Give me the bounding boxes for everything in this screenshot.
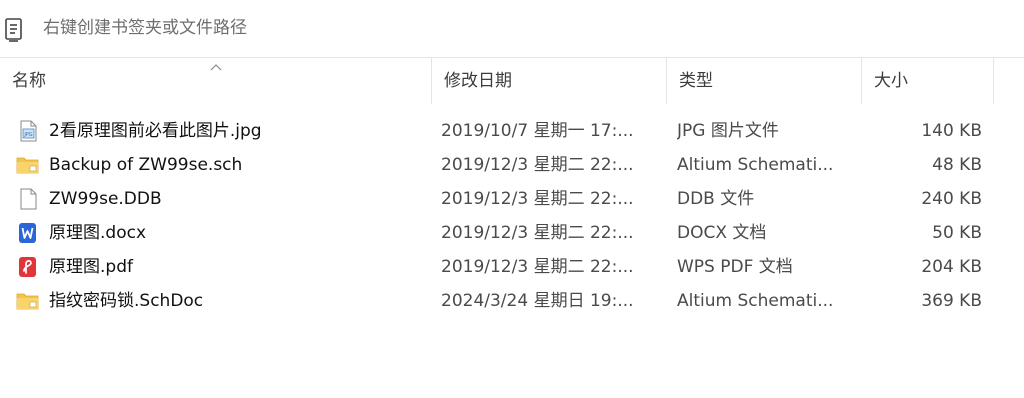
file-size: 204 KB bbox=[921, 257, 982, 277]
column-header-date-label: 修改日期 bbox=[444, 71, 512, 91]
file-type: Altium Schemati... bbox=[677, 155, 834, 175]
file-size: 48 KB bbox=[932, 155, 982, 175]
file-row[interactable]: Backup of ZW99se.sch 2019/12/3 星期二 22:..… bbox=[0, 148, 1000, 182]
file-name: Backup of ZW99se.sch bbox=[49, 155, 243, 175]
column-header-type[interactable]: 类型 bbox=[667, 58, 862, 104]
column-header-size-label: 大小 bbox=[874, 71, 908, 91]
file-size: 140 KB bbox=[921, 121, 982, 141]
file-row[interactable]: 指纹密码锁.SchDoc 2024/3/24 星期日 19:... Altium… bbox=[0, 284, 1000, 318]
file-name: 2看原理图前必看此图片.jpg bbox=[49, 121, 262, 141]
file-row[interactable]: ZW99se.DDB 2019/12/3 星期二 22:... DDB 文件 2… bbox=[0, 182, 1000, 216]
file-type: Altium Schemati... bbox=[677, 291, 834, 311]
column-header-size[interactable]: 大小 bbox=[862, 58, 994, 104]
column-header-type-label: 类型 bbox=[679, 71, 713, 91]
file-size: 240 KB bbox=[921, 189, 982, 209]
file-type: JPG 图片文件 bbox=[677, 121, 779, 141]
file-size: 50 KB bbox=[932, 223, 982, 243]
file-row[interactable]: 原理图.pdf 2019/12/3 星期二 22:... WPS PDF 文档 … bbox=[0, 250, 1000, 284]
jpg-image-icon: JPG bbox=[16, 120, 40, 142]
file-type: DDB 文件 bbox=[677, 189, 755, 209]
file-name: 原理图.docx bbox=[49, 223, 147, 243]
file-type: DOCX 文档 bbox=[677, 223, 767, 243]
file-date: 2024/3/24 星期日 19:... bbox=[441, 291, 634, 311]
svg-text:JPG: JPG bbox=[23, 132, 32, 138]
file-size: 369 KB bbox=[921, 291, 982, 311]
column-header-name[interactable]: 名称 bbox=[0, 58, 432, 104]
file-date: 2019/10/7 星期一 17:... bbox=[441, 121, 634, 141]
column-header-date[interactable]: 修改日期 bbox=[432, 58, 667, 104]
blank-file-icon bbox=[16, 188, 40, 210]
file-name: 原理图.pdf bbox=[49, 257, 133, 277]
schematic-file-icon bbox=[16, 154, 40, 176]
file-name: 指纹密码锁.SchDoc bbox=[49, 291, 204, 311]
bookmark-bar[interactable]: 右键创建书签夹或文件路径 bbox=[0, 0, 1024, 58]
file-name: ZW99se.DDB bbox=[49, 189, 162, 209]
schematic-file-icon bbox=[16, 290, 40, 312]
file-date: 2019/12/3 星期二 22:... bbox=[441, 257, 634, 277]
bookmark-list-icon[interactable] bbox=[4, 17, 24, 43]
file-row[interactable]: 原理图.docx 2019/12/3 星期二 22:... DOCX 文档 50… bbox=[0, 216, 1000, 250]
file-date: 2019/12/3 星期二 22:... bbox=[441, 155, 634, 175]
bookmark-bar-placeholder: 右键创建书签夹或文件路径 bbox=[43, 18, 247, 38]
file-date: 2019/12/3 星期二 22:... bbox=[441, 223, 634, 243]
word-doc-icon bbox=[16, 222, 40, 244]
pdf-file-icon bbox=[16, 256, 40, 278]
file-row[interactable]: JPG 2看原理图前必看此图片.jpg 2019/10/7 星期一 17:...… bbox=[0, 114, 1000, 148]
column-header-name-label: 名称 bbox=[12, 71, 46, 91]
file-type: WPS PDF 文档 bbox=[677, 257, 793, 277]
file-date: 2019/12/3 星期二 22:... bbox=[441, 189, 634, 209]
column-header-row: 名称 修改日期 类型 大小 bbox=[0, 58, 1024, 104]
